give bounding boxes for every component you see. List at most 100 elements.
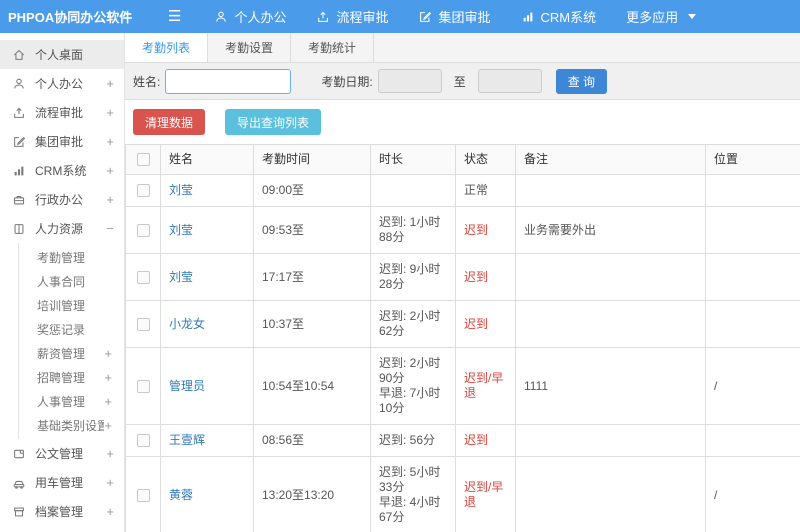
column-header: 姓名 [160, 144, 254, 175]
employee-name-link[interactable]: 黄蓉 [169, 488, 193, 502]
sidebar-subitem-personnel-management[interactable]: 人事管理 + [19, 389, 124, 413]
menu-toggle-icon[interactable]: ☰ [168, 9, 181, 24]
nav-item-crm-system[interactable]: CRM系统 [506, 0, 612, 33]
duration-cell [370, 174, 456, 207]
status-cell: 迟到/早退 [455, 347, 516, 425]
sidebar-item-personal-desktop[interactable]: 个人桌面 [0, 40, 124, 69]
row-checkbox[interactable] [136, 317, 150, 331]
nav-item-label: 更多应用 [626, 10, 679, 25]
expand-toggle-icon[interactable]: + [106, 163, 114, 178]
remark-cell [515, 424, 706, 457]
user-icon [214, 10, 228, 24]
nav-item-label: 流程审批 [336, 10, 389, 25]
employee-name-link[interactable]: 刘莹 [169, 270, 193, 284]
tab-attendance-list[interactable]: 考勤列表 [125, 33, 209, 62]
table-row: 刘莹 09:53至 迟到: 1小时88分 迟到 业务需要外出 [125, 206, 800, 254]
nav-item-label: CRM系统 [540, 10, 597, 25]
clean-data-button[interactable]: 清理数据 [133, 109, 206, 135]
edit-icon [418, 10, 432, 24]
export-list-button[interactable]: 导出查询列表 [225, 109, 322, 135]
sidebar-subitem-salary-management[interactable]: 薪资管理 + [19, 341, 124, 365]
sidebar-subitem-label: 招聘管理 [37, 370, 86, 385]
action-toolbar: 清理数据 导出查询列表 [125, 100, 800, 144]
table-header-row: 姓名 考勤时间 时长 状态 备注 位置 [125, 144, 800, 175]
table-row: 管理员 10:54至10:54 迟到: 2小时90分 早退: 7小时10分 迟到/早退 1… [125, 347, 800, 425]
sidebar-item-document-management[interactable]: 公文管理 + [0, 439, 124, 468]
sidebar-subitem-hr-contract[interactable]: 人事合同 [19, 269, 124, 293]
sidebar-subitem-reward-punishment[interactable]: 奖惩记录 [19, 317, 124, 341]
app-logo: PHPOA协同办公软件 [8, 10, 133, 25]
sidebar-item-human-resources[interactable]: 人力资源 − [0, 214, 124, 243]
sidebar-item-label: 档案管理 [35, 505, 84, 519]
home-icon [12, 48, 26, 62]
date-to-input[interactable] [477, 69, 542, 93]
nav-item-workflow-approval[interactable]: 流程审批 [301, 0, 403, 33]
sidebar-subitem-recruitment-management[interactable]: 招聘管理 + [19, 365, 124, 389]
sidebar-item-label: 集团审批 [35, 135, 84, 149]
table-row: 刘莹 09:00至 正常 [125, 174, 800, 207]
tab-attendance-settings[interactable]: 考勤设置 [208, 33, 292, 62]
sidebar-item-personal-office[interactable]: 个人办公 + [0, 69, 124, 98]
sidebar-item-group-approval[interactable]: 集团审批 + [0, 127, 124, 156]
duration-cell: 迟到: 1小时88分 [370, 206, 456, 254]
expand-toggle-icon[interactable]: + [106, 446, 114, 461]
status-cell: 迟到 [455, 424, 516, 457]
column-header: 位置 [705, 144, 800, 175]
row-checkbox[interactable] [136, 379, 150, 393]
tab-attendance-statistics[interactable]: 考勤统计 [291, 33, 375, 62]
sidebar-item-crm-system[interactable]: CRM系统 + [0, 156, 124, 185]
expand-toggle-icon[interactable]: + [106, 134, 114, 149]
nav-item-label: 个人办公 [234, 10, 287, 25]
expand-toggle-icon[interactable]: + [106, 192, 114, 207]
location-cell [705, 174, 800, 207]
sidebar-subitem-attendance-management[interactable]: 考勤管理 [19, 245, 124, 269]
status-cell: 迟到 [455, 206, 516, 254]
sidebar-item-admin-office[interactable]: 行政办公 + [0, 185, 124, 214]
expand-toggle-icon[interactable]: + [106, 76, 114, 91]
row-checkbox[interactable] [136, 434, 150, 448]
row-checkbox[interactable] [136, 184, 150, 198]
sidebar-subitem-training-management[interactable]: 培训管理 [19, 293, 124, 317]
row-checkbox[interactable] [136, 270, 150, 284]
row-checkbox[interactable] [136, 223, 150, 237]
nav-item-group-approval[interactable]: 集团审批 [403, 0, 505, 33]
sidebar-item-label: 用车管理 [35, 476, 84, 490]
sidebar-subitem-base-category-settings[interactable]: 基础类别设置 + [19, 413, 124, 437]
sidebar: 个人桌面 个人办公 + 流程审批 + 集团审批 + CRM系统 + 行政办公 + 人力资源 − 考勤管理人… [0, 33, 125, 532]
expand-toggle-icon[interactable]: + [104, 370, 112, 385]
employee-name-link[interactable]: 小龙女 [169, 317, 205, 331]
location-cell [705, 206, 800, 254]
row-checkbox[interactable] [136, 488, 150, 502]
employee-name-link[interactable]: 刘莹 [169, 223, 193, 237]
employee-name-link[interactable]: 王壹辉 [169, 433, 205, 447]
sidebar-subitem-label: 人事合同 [37, 274, 86, 289]
sidebar-item-project-management[interactable]: 项目管理+ [0, 526, 124, 532]
date-from-input[interactable] [377, 69, 442, 93]
select-all-checkbox[interactable] [136, 153, 150, 167]
expand-toggle-icon[interactable]: + [106, 475, 114, 490]
employee-name-link[interactable]: 刘莹 [169, 183, 193, 197]
remark-cell [515, 253, 706, 301]
page-body: 个人桌面 个人办公 + 流程审批 + 集团审批 + CRM系统 + 行政办公 + 人力资源 − 考勤管理人… [0, 33, 800, 532]
sidebar-submenu: 考勤管理 人事合同 培训管理 奖惩记录 薪资管理 + 招聘管理 + 人事管理 + 基础类别设置 + [18, 243, 124, 439]
briefcase-icon [12, 193, 26, 207]
expand-toggle-icon[interactable]: + [104, 394, 112, 409]
expand-toggle-icon[interactable]: + [106, 504, 114, 519]
nav-item-more-apps[interactable]: 更多应用 [611, 0, 711, 33]
expand-toggle-icon[interactable]: − [106, 221, 114, 236]
sidebar-item-workflow-approval[interactable]: 流程审批 + [0, 98, 124, 127]
archive-icon [12, 505, 26, 519]
name-input[interactable] [165, 68, 292, 94]
employee-name-link[interactable]: 管理员 [169, 379, 205, 393]
name-label: 姓名: [133, 74, 161, 89]
expand-toggle-icon[interactable]: + [106, 105, 114, 120]
expand-toggle-icon[interactable]: + [104, 418, 112, 433]
query-button[interactable]: 查 询 [555, 68, 608, 94]
nav-item-personal-office[interactable]: 个人办公 [199, 0, 301, 33]
expand-toggle-icon[interactable]: + [104, 346, 112, 361]
sidebar-item-archive-management[interactable]: 档案管理 + [0, 497, 124, 526]
location-cell [705, 300, 800, 348]
sidebar-item-vehicle-management[interactable]: 用车管理 + [0, 468, 124, 497]
sidebar-item-label: 个人办公 [35, 77, 84, 91]
sidebar-subitem-label: 奖惩记录 [37, 322, 86, 337]
